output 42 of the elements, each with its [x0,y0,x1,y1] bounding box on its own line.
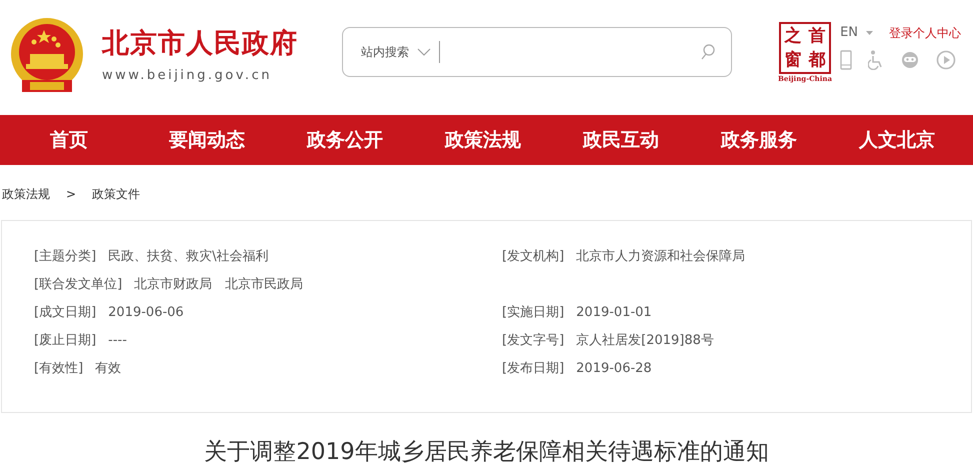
language-label[interactable]: EN [840,22,858,42]
field-label: [发布日期] [502,360,564,378]
play-icon[interactable] [936,50,956,70]
field-value: 北京市财政局 北京市民政局 [134,276,304,294]
nav-link[interactable]: 人文北京 [828,126,966,154]
breadcrumb-link[interactable]: 政策文件 [92,185,140,220]
field-value: 有效 [95,360,122,378]
field-value: 北京市人力资源和社会保障局 [576,248,746,266]
field-value: 2019-06-06 [108,304,184,322]
field-value: 2019-06-28 [576,360,652,378]
field-value: 民政、扶贫、救灾\社会福利 [108,248,269,266]
robot-face-icon[interactable] [900,51,920,70]
nav-link[interactable]: 政务公开 [276,126,414,154]
nav-link[interactable]: 要闻动态 [138,126,276,154]
field-label: [成文日期] [34,304,96,322]
caret-icon [866,30,874,34]
wheelchair-icon[interactable] [868,50,884,70]
search-field[interactable]: 站内搜索 [342,26,732,76]
field-value: 2019-01-01 [576,304,652,322]
breadcrumb-link[interactable]: 政策法规 [2,185,50,220]
scope-dropdown[interactable]: 站内搜索 [343,42,439,60]
field-label: [联合发文单位] [34,276,122,294]
chevron-icon [417,48,431,56]
nav-link[interactable]: 政策法规 [414,126,552,154]
nav-link[interactable]: 政民互动 [552,126,690,154]
field-value: 京人社居发[2019]88号 [576,332,714,350]
field-label: [实施日期] [502,304,564,322]
field-label: [有效性] [34,360,84,378]
search-icon[interactable] [701,44,715,60]
mobile-phone-icon[interactable] [840,50,852,70]
field-value: ---- [108,332,127,350]
nav-link[interactable]: 首页 [0,126,138,154]
site-title[interactable]: 北京市人民政府 [102,30,298,57]
nav-link[interactable]: 政务服务 [690,126,828,154]
breadcrumb-separator: > [66,186,76,203]
site-url: www.beijing.gov.cn [102,66,273,85]
field-label: [废止日期] [34,332,96,350]
article-title: 关于调整2019年城乡居民养老保障相关待遇标准的通知 [203,438,770,467]
login-link[interactable]: 登录个人中心 [889,24,962,42]
field-label: [发文字号] [502,332,564,350]
field-label: [主题分类] [34,248,96,266]
field-label: [发文机构] [502,248,564,266]
